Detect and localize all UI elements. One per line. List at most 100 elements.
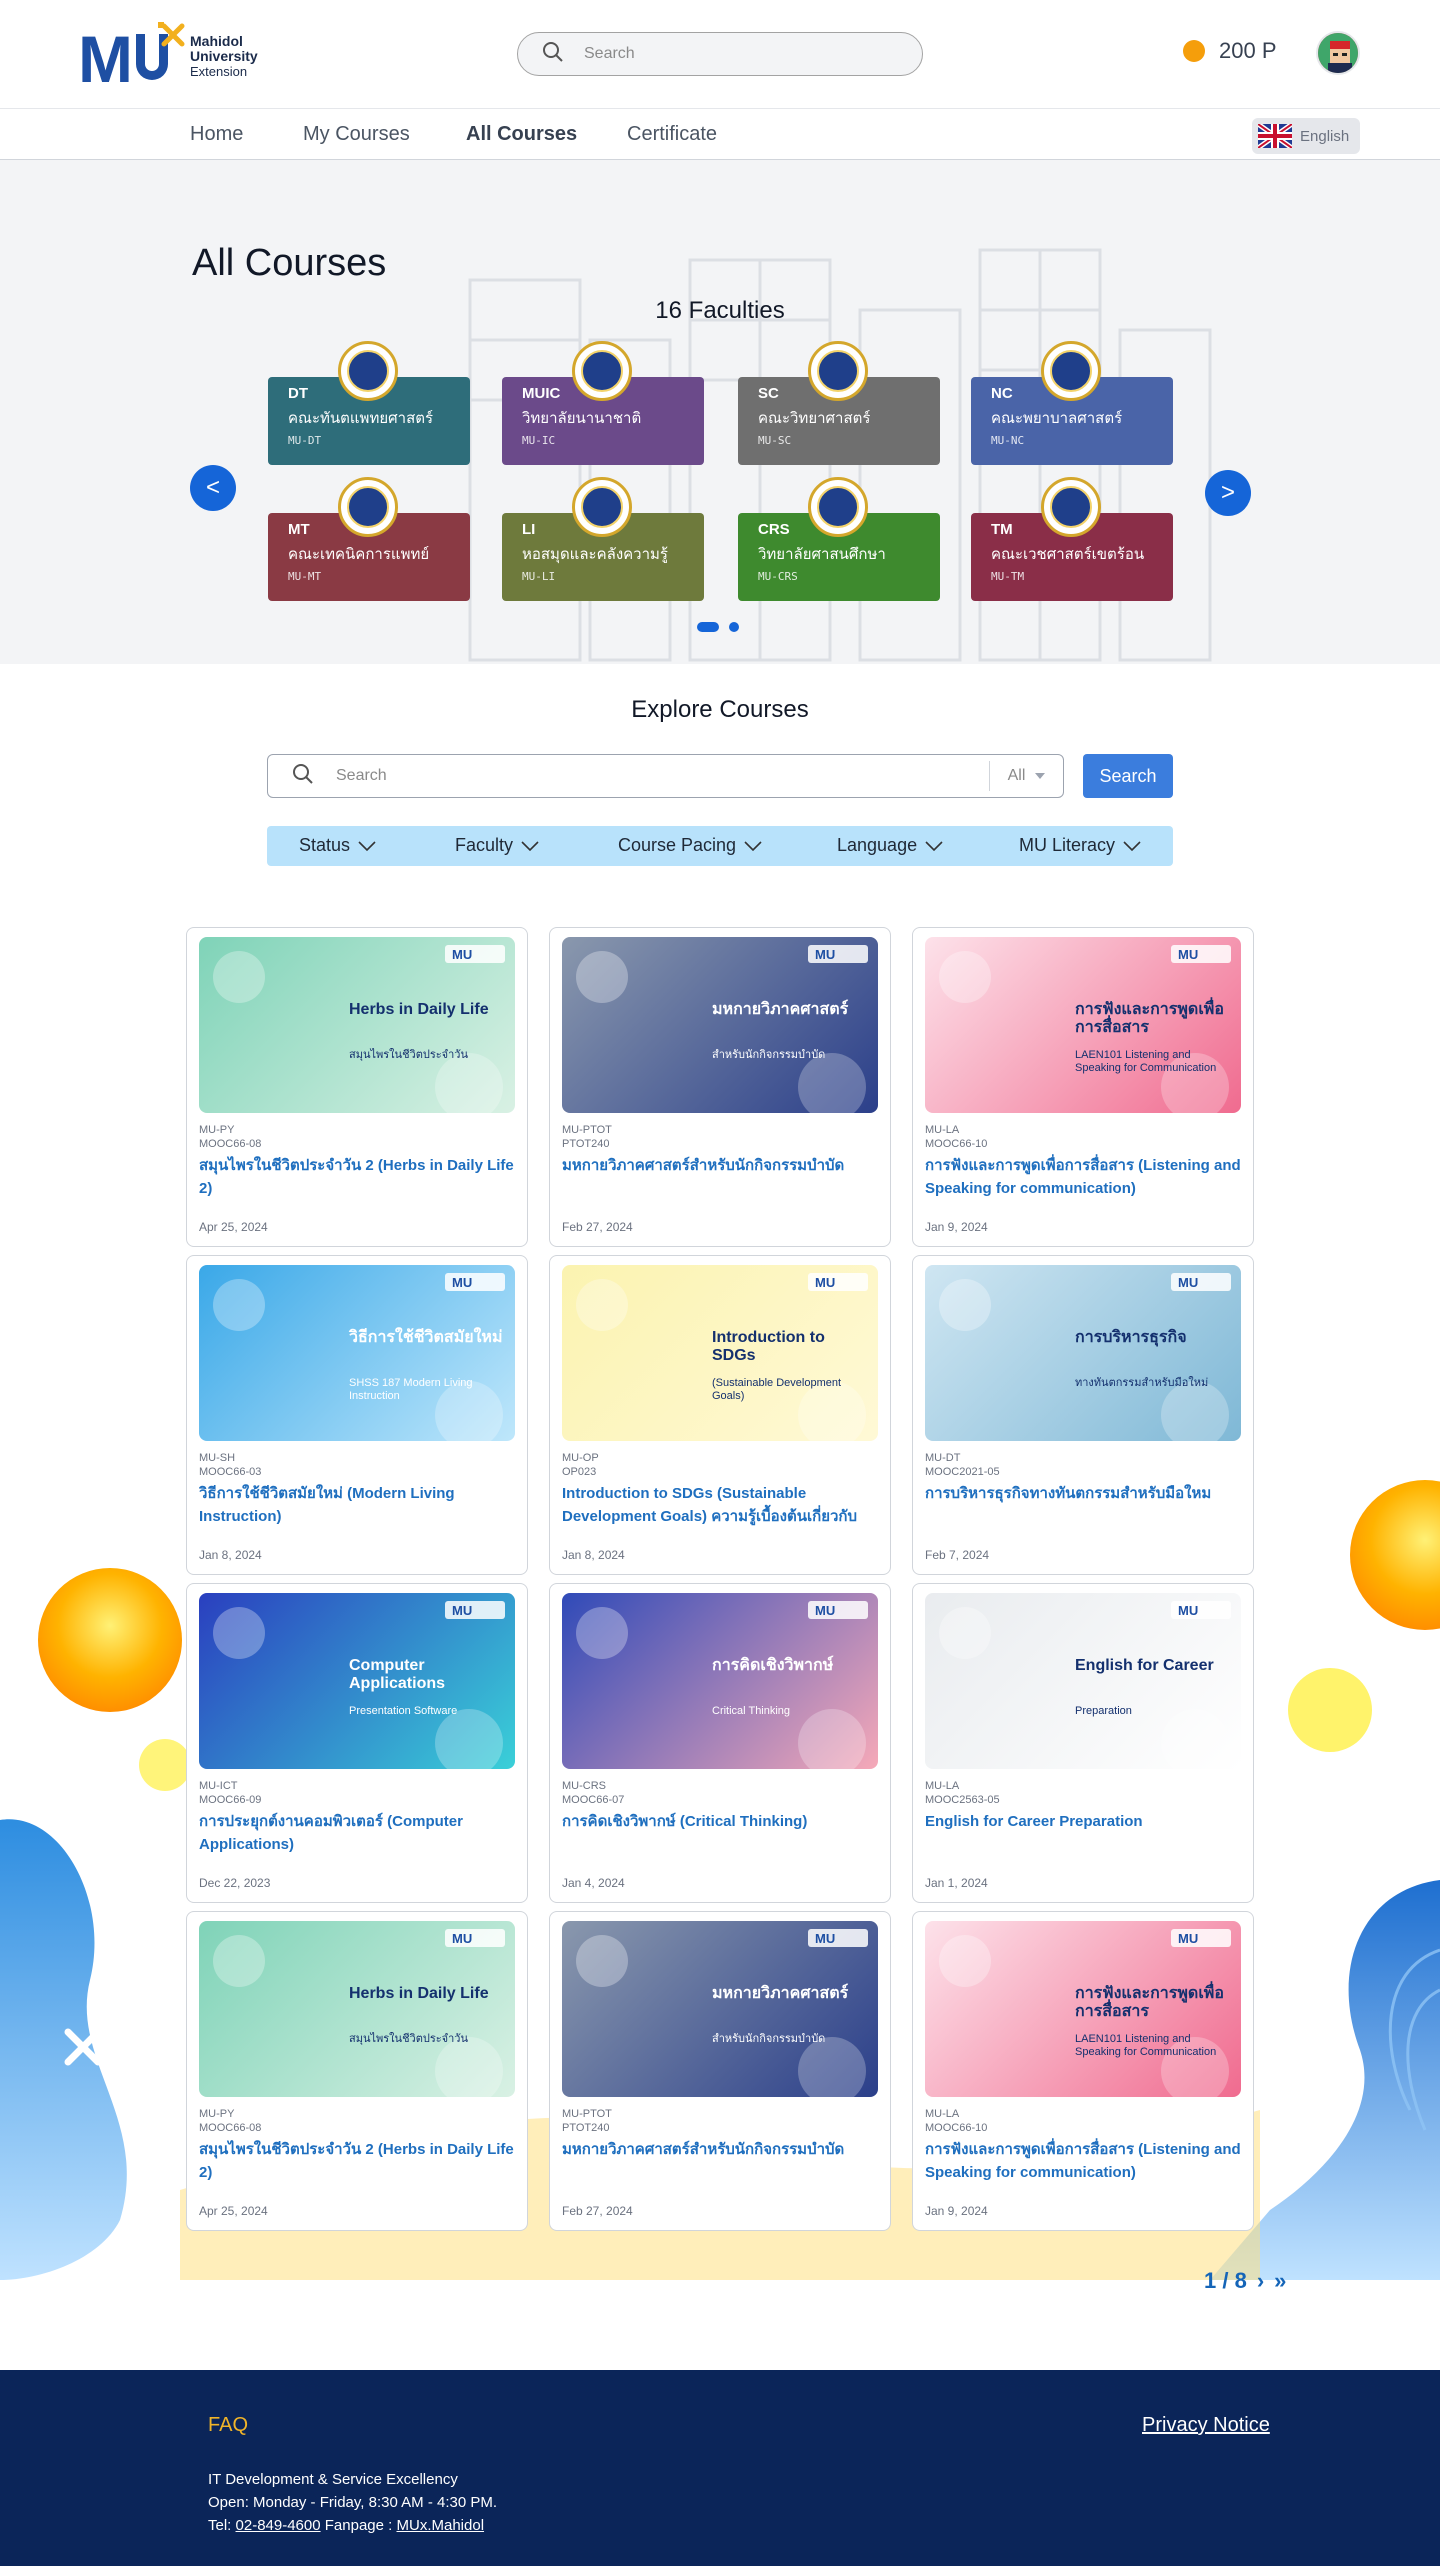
last-page-icon[interactable]: » xyxy=(1274,2268,1286,2294)
course-title[interactable]: การคิดเชิงวิพากษ์ (Critical Thinking) xyxy=(562,1810,880,1833)
svg-text:MU: MU xyxy=(1178,947,1198,962)
filter-status-label: Status xyxy=(299,835,351,855)
course-title[interactable]: วิธีการใช้ชีวิตสมัยใหม่ (Modern Living I… xyxy=(199,1482,517,1528)
thumbnail-title: Computer Applications xyxy=(349,1657,446,1693)
search-button[interactable]: Search xyxy=(1083,754,1173,798)
nav-home[interactable]: Home xyxy=(190,123,243,146)
carousel-next-button[interactable]: > xyxy=(1205,470,1251,516)
faculty-card-tm[interactable]: TM คณะเวชศาสตร์เขตร้อน MU-TM xyxy=(971,477,1173,601)
course-card[interactable]: MU มหกายวิภาคศาสตร์ สำหรับนักกิจกรรมบำบัด M… xyxy=(549,1911,891,2231)
fanpage-link[interactable]: MUx.Mahidol xyxy=(397,2517,485,2534)
faculty-sub-code: MU-MT xyxy=(288,570,322,583)
language-switcher[interactable]: English xyxy=(1252,118,1360,154)
faculty-card-dt[interactable]: DT คณะทันตแพทยศาสตร์ MU-DT xyxy=(268,341,470,465)
carousel-pagination xyxy=(697,622,739,632)
thumbnail-title: Introduction to SDGs xyxy=(712,1329,825,1365)
course-date: Jan 8, 2024 xyxy=(562,1548,625,1562)
mahidol-seal-icon xyxy=(572,477,632,537)
faculty-card-li[interactable]: LI หอสมุดและคลังความรู้ MU-LI xyxy=(502,477,704,601)
global-search-box[interactable] xyxy=(517,32,923,76)
faculties-hero: All Courses 16 Faculties DT คณะทันตแพทยศา… xyxy=(0,160,1440,664)
filter-faculty-label: Faculty xyxy=(455,835,514,855)
course-card[interactable]: MU การฟังและการพูดเพื่อการสื่อสาร LAEN101 … xyxy=(912,1911,1254,2231)
course-card[interactable]: MU มหกายวิภาคศาสตร์ สำหรับนักกิจกรรมบำบัด M… xyxy=(549,927,891,1247)
nav-my-courses[interactable]: My Courses xyxy=(303,123,410,146)
faq-link[interactable]: FAQ xyxy=(208,2414,248,2437)
mu-logo-mark-icon: M xyxy=(78,20,186,96)
faculty-card-sc[interactable]: SC คณะวิทยาศาสตร์ MU-SC xyxy=(738,341,940,465)
course-title[interactable]: Introduction to SDGs (Sustainable Develo… xyxy=(562,1482,880,1528)
faculty-name: คณะทันตแพทยศาสตร์ xyxy=(288,410,434,427)
course-date: Apr 25, 2024 xyxy=(199,1220,268,1234)
svg-text:M: M xyxy=(78,22,133,92)
course-title[interactable]: การฟังและการพูดเพื่อการสื่อสาร (Listenin… xyxy=(925,2138,1243,2184)
course-card[interactable]: MU การคิดเชิงวิพากษ์ Critical Thinking MU-C… xyxy=(549,1583,891,1903)
left-blob-decoration xyxy=(0,1568,190,2280)
faculty-card-mt[interactable]: MT คณะเทคนิคการแพทย์ MU-MT xyxy=(268,477,470,601)
course-card[interactable]: MU Herbs in Daily Life สมุนไพรในชีวิตประจำ… xyxy=(186,1911,528,2231)
course-search-box[interactable]: All xyxy=(267,754,1064,798)
filter-faculty[interactable]: Faculty xyxy=(455,835,539,856)
nav-all-courses[interactable]: All Courses xyxy=(466,123,577,146)
course-date: Jan 9, 2024 xyxy=(925,2204,988,2218)
thumbnail-title: มหกายวิภาคศาสตร์ xyxy=(712,1985,849,2002)
course-card[interactable]: MU English for Career Preparation MU-LA MOOC… xyxy=(912,1583,1254,1903)
points-value: 200 P xyxy=(1219,38,1277,63)
course-date: Dec 22, 2023 xyxy=(199,1876,271,1890)
svg-text:MU: MU xyxy=(815,1931,835,1946)
course-card[interactable]: MU Introduction to SDGs (Sustainable Devel… xyxy=(549,1255,891,1575)
filter-language[interactable]: Language xyxy=(837,835,943,856)
thumbnail-subtitle: สมุนไพรในชีวิตประจำวัน xyxy=(349,1049,468,1061)
faculty-sub-code: MU-SC xyxy=(758,434,792,447)
privacy-notice-link[interactable]: Privacy Notice xyxy=(1142,2414,1270,2437)
course-card[interactable]: MU การบริหารธุรกิจ ทางทันตกรรมสำหรับมือใหม… xyxy=(912,1255,1254,1575)
user-avatar[interactable] xyxy=(1316,31,1360,75)
carousel-prev-button[interactable]: < xyxy=(190,465,236,511)
course-date: Feb 27, 2024 xyxy=(562,2204,633,2218)
search-scope-select[interactable]: All xyxy=(989,761,1063,791)
page-indicator: 1 / 8 xyxy=(1204,2268,1247,2293)
course-thumbnail: MU Introduction to SDGs (Sustainable Devel… xyxy=(562,1265,878,1441)
course-title[interactable]: มหกายวิภาคศาสตร์สำหรับนักกิจกรรมบำบัด xyxy=(562,2138,880,2161)
global-search-input[interactable] xyxy=(584,45,884,63)
course-title[interactable]: การประยุกต์งานคอมพิวเตอร์ (Computer Appl… xyxy=(199,1810,517,1856)
course-date: Jan 8, 2024 xyxy=(199,1548,262,1562)
faculty-card-nc[interactable]: NC คณะพยาบาลศาสตร์ MU-NC xyxy=(971,341,1173,465)
course-title[interactable]: สมุนไพรในชีวิตประจำวัน 2 (Herbs in Daily… xyxy=(199,2138,517,2184)
course-search-input[interactable] xyxy=(336,767,976,785)
filter-status[interactable]: Status xyxy=(299,835,376,856)
faculty-count: 16 Faculties xyxy=(655,297,785,324)
course-card[interactable]: MU วิธีการใช้ชีวิตสมัยใหม่ SHSS 187 Modern… xyxy=(186,1255,528,1575)
course-title[interactable]: English for Career Preparation xyxy=(925,1810,1243,1833)
course-title[interactable]: สมุนไพรในชีวิตประจำวัน 2 (Herbs in Daily… xyxy=(199,1154,517,1200)
next-page-icon[interactable]: › xyxy=(1257,2268,1264,2294)
course-date: Apr 25, 2024 xyxy=(199,2204,268,2218)
svg-text:MU: MU xyxy=(452,1931,472,1946)
nav-certificate[interactable]: Certificate xyxy=(627,123,717,146)
logo-text: Mahidol University Extension xyxy=(190,32,258,79)
course-title[interactable]: การบริหารธุรกิจทางทันตกรรมสำหรับมือใหม xyxy=(925,1482,1243,1505)
faculty-name: วิทยาลัยศาสนศึกษา xyxy=(758,546,886,563)
filter-course-pacing[interactable]: Course Pacing xyxy=(618,835,762,856)
faculty-card-crs[interactable]: CRS วิทยาลัยศาสนศึกษา MU-CRS xyxy=(738,477,940,601)
mu-extension-logo[interactable]: M Mahidol University Extension xyxy=(78,20,258,96)
course-card[interactable]: MU Herbs in Daily Life สมุนไพรในชีวิตประจำ… xyxy=(186,927,528,1247)
course-card[interactable]: MU Computer Applications Presentation Soft… xyxy=(186,1583,528,1903)
course-title[interactable]: มหกายวิภาคศาสตร์สำหรับนักกิจกรรมบำบัด xyxy=(562,1154,880,1177)
course-thumbnail: MU การฟังและการพูดเพื่อการสื่อสาร LAEN101 … xyxy=(925,937,1241,1113)
tel-link[interactable]: 02-849-4600 xyxy=(236,2517,321,2534)
carousel-dot-2[interactable] xyxy=(729,622,739,632)
thumbnail-decoration-icon: MU xyxy=(213,1929,505,2097)
carousel-dot-1[interactable] xyxy=(697,622,719,632)
faculty-name: คณะวิทยาศาสตร์ xyxy=(758,410,871,427)
course-thumbnail: MU มหกายวิภาคศาสตร์ สำหรับนักกิจกรรมบำบัด xyxy=(562,937,878,1113)
filter-mu-literacy[interactable]: MU Literacy xyxy=(1019,835,1141,856)
course-card[interactable]: MU การฟังและการพูดเพื่อการสื่อสาร LAEN101 … xyxy=(912,927,1254,1247)
filter-bar: Status Faculty Course Pacing Language MU… xyxy=(267,826,1173,866)
thumbnail-decoration-icon: MU xyxy=(213,945,505,1113)
course-title[interactable]: การฟังและการพูดเพื่อการสื่อสาร (Listenin… xyxy=(925,1154,1243,1200)
course-faculty: MU-PTOT PTOT240 xyxy=(562,2108,612,2134)
thumbnail-title: มหกายวิภาคศาสตร์ xyxy=(712,1001,849,1018)
course-faculty: MU-LA MOOC66-10 xyxy=(925,1124,988,1150)
faculty-card-muic[interactable]: MUIC วิทยาลัยนานาชาติ MU-IC xyxy=(502,341,704,465)
